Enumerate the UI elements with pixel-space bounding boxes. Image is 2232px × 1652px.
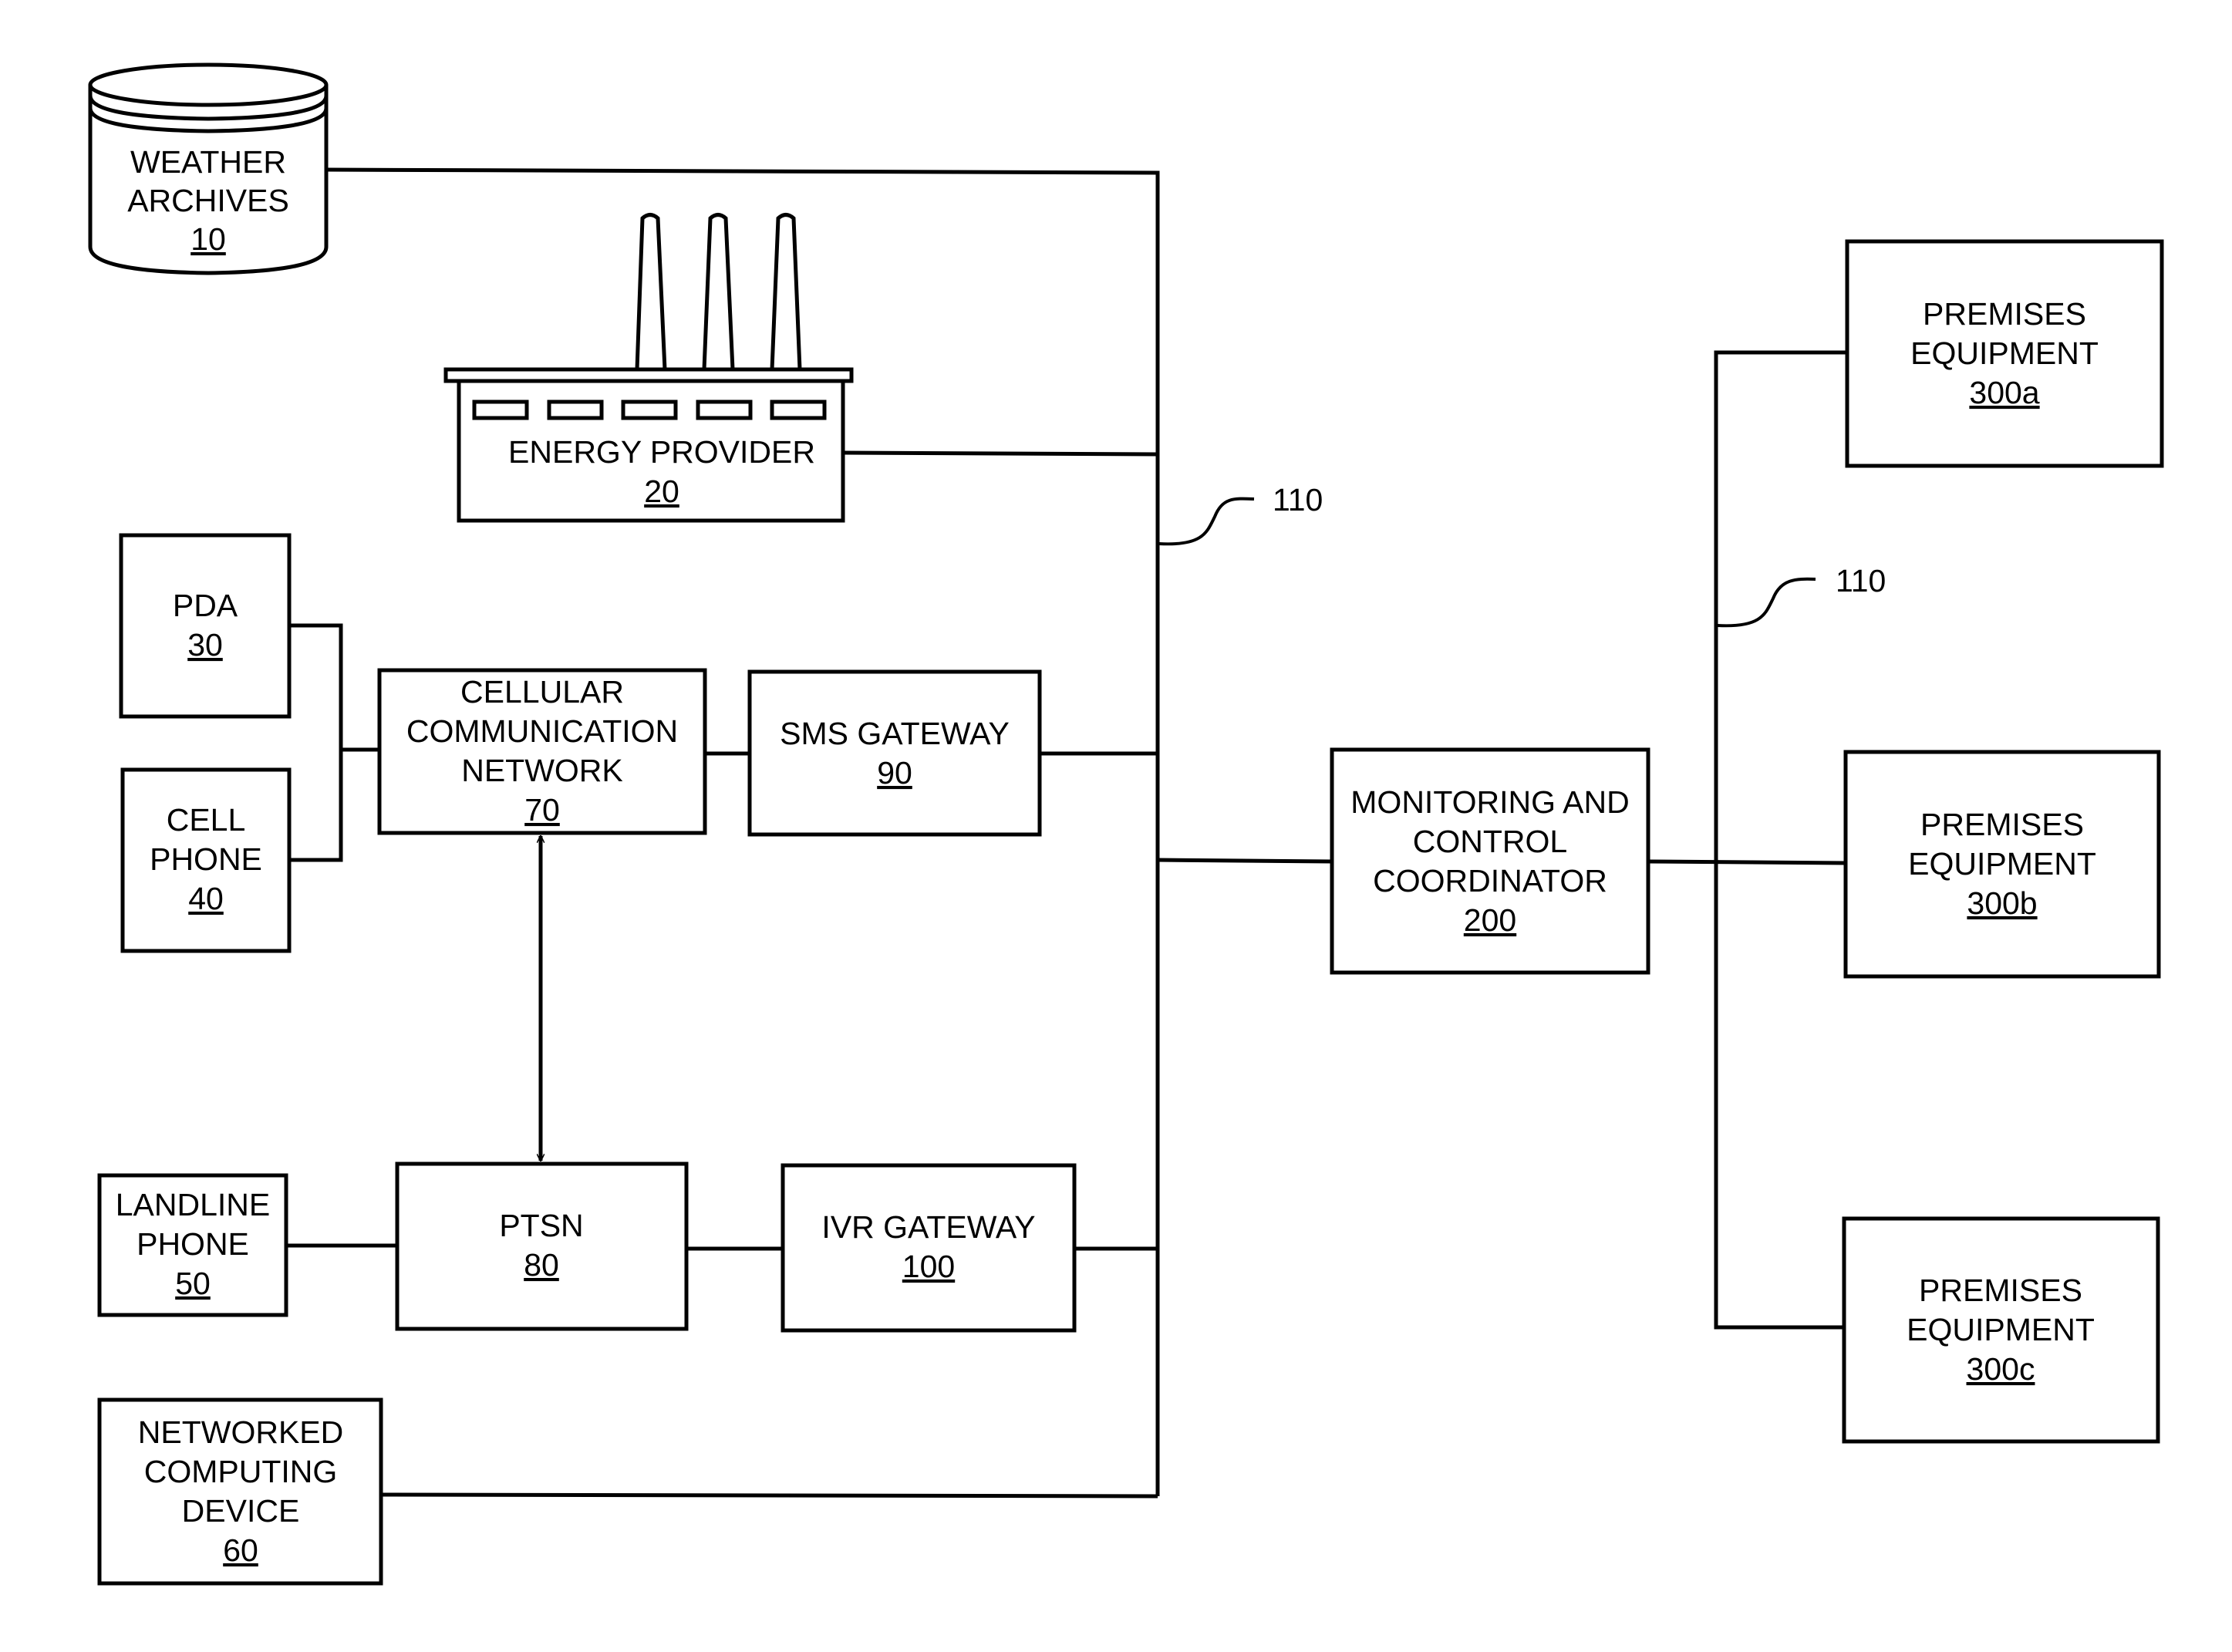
node-ref: 100 xyxy=(902,1249,955,1284)
edge-coordinator-premises-b xyxy=(1647,859,1846,865)
node-label: NETWORK xyxy=(461,753,623,788)
node-label: SMS GATEWAY xyxy=(780,716,1010,751)
node-ref: 300b xyxy=(1967,885,2037,921)
node-energy-provider[interactable]: ENERGY PROVIDER 20 xyxy=(443,213,854,523)
node-label: IVR GATEWAY xyxy=(821,1209,1035,1245)
node-label: EQUIPMENT xyxy=(1908,846,2096,882)
callout-label-110-left: 110 xyxy=(1273,482,1323,518)
node-label: EQUIPMENT xyxy=(1907,1312,2095,1347)
node-label: ENERGY PROVIDER xyxy=(508,434,815,470)
node-landline-phone[interactable]: LANDLINE PHONE 50 xyxy=(97,1173,288,1317)
node-ref: 40 xyxy=(188,881,224,916)
node-label: CELL xyxy=(167,802,246,838)
node-label: COORDINATOR xyxy=(1373,863,1607,898)
node-label: CONTROL xyxy=(1413,824,1567,859)
node-ref: 70 xyxy=(524,792,560,828)
node-ref: 20 xyxy=(644,474,679,509)
node-ptsn[interactable]: PTSN 80 xyxy=(395,1161,689,1331)
node-coordinator[interactable]: MONITORING AND CONTROL COORDINATOR 200 xyxy=(1330,747,1650,975)
node-label: MONITORING AND xyxy=(1350,784,1629,820)
node-ivr-gateway[interactable]: IVR GATEWAY 100 xyxy=(781,1163,1077,1333)
node-ref: 60 xyxy=(223,1532,258,1568)
node-label: PREMISES xyxy=(1923,296,2086,332)
node-cell-phone[interactable]: CELL PHONE 40 xyxy=(120,767,292,953)
node-premises-equipment-b[interactable]: PREMISES EQUIPMENT 300b xyxy=(1843,750,2161,979)
node-label: PREMISES xyxy=(1919,1273,2082,1308)
node-ref: 30 xyxy=(187,627,223,662)
node-weather-archives[interactable]: WEATHER ARCHIVES 10 xyxy=(88,62,329,275)
node-premises-equipment-a[interactable]: PREMISES EQUIPMENT 300a xyxy=(1845,239,2164,468)
node-label: PHONE xyxy=(137,1226,249,1262)
edge-energy-provider-bus xyxy=(842,450,1158,457)
node-label: COMPUTING xyxy=(144,1454,338,1489)
node-label: WEATHER xyxy=(130,144,286,180)
node-sms-gateway[interactable]: SMS GATEWAY 90 xyxy=(747,669,1042,837)
node-label: PTSN xyxy=(499,1208,583,1243)
edge-pda-cellular xyxy=(289,623,343,862)
node-premises-equipment-c[interactable]: PREMISES EQUIPMENT 300c xyxy=(1842,1216,2160,1444)
network-bus-right xyxy=(1714,350,1847,1330)
node-cellular-network[interactable]: CELLULAR COMMUNICATION NETWORK 70 xyxy=(377,668,707,835)
node-label: LANDLINE xyxy=(116,1187,271,1222)
node-label: NETWORKED xyxy=(138,1414,344,1450)
node-ref: 200 xyxy=(1464,902,1516,938)
node-networked-computing-device[interactable]: NETWORKED COMPUTING DEVICE 60 xyxy=(97,1397,383,1586)
node-pda[interactable]: PDA 30 xyxy=(119,533,292,719)
callout-leader-left xyxy=(1158,497,1255,546)
callout-label-110-right: 110 xyxy=(1836,563,1886,598)
node-label: DEVICE xyxy=(182,1493,300,1529)
node-label: ARCHIVES xyxy=(127,183,289,218)
node-label: PHONE xyxy=(150,841,262,877)
node-ref: 80 xyxy=(524,1247,559,1283)
system-diagram: 110 110 WEATHER ARCHIVES 10 ENERGY PROVI… xyxy=(88,62,2164,1586)
node-ref: 300c xyxy=(1967,1351,2035,1387)
node-label: EQUIPMENT xyxy=(1910,335,2099,371)
node-ref: 90 xyxy=(877,755,912,791)
node-label: PREMISES xyxy=(1920,807,2084,842)
node-ref: 50 xyxy=(175,1266,211,1301)
node-ref: 10 xyxy=(190,221,226,257)
node-label: PDA xyxy=(173,588,238,623)
edge-networked-device-bus xyxy=(380,1492,1158,1499)
node-label: CELLULAR xyxy=(460,674,624,710)
node-ref: 300a xyxy=(1969,375,2039,410)
node-label: COMMUNICATION xyxy=(406,713,678,749)
callout-leader-right xyxy=(1717,577,1816,628)
edge-bus-coordinator xyxy=(1157,858,1333,864)
